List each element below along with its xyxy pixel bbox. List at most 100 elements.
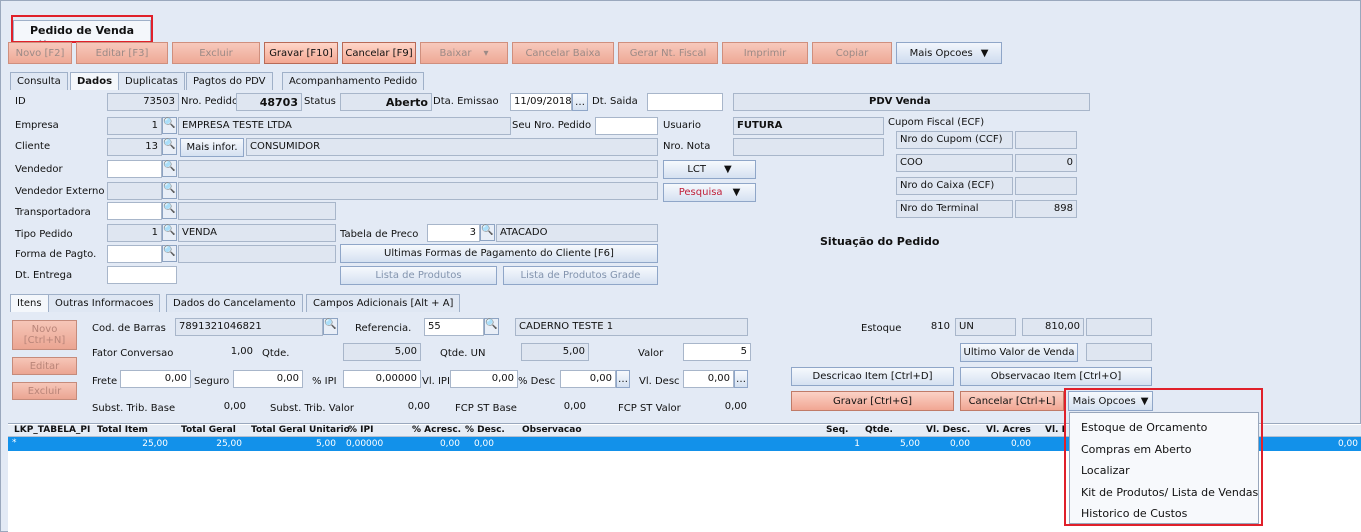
tab-dados[interactable]: Dados: [70, 72, 120, 90]
col-header-lkp: LKP_TABELA_PI: [14, 425, 91, 435]
search-icon: 🔍: [162, 182, 177, 199]
tab-acompanhamento[interactable]: Acompanhamento Pedido: [282, 72, 425, 90]
cliente-code-field[interactable]: 13: [107, 138, 162, 156]
search-icon[interactable]: 🔍: [162, 160, 177, 177]
nro-pedido-label: Nro. Pedido: [181, 96, 239, 107]
vdesc-label: Vl. Desc: [639, 376, 680, 387]
highlight-box-menu: [1064, 388, 1263, 526]
lista-produtos-grade-button[interactable]: Lista de Produtos Grade: [503, 266, 658, 285]
vdesc-field[interactable]: 0,00: [683, 370, 734, 388]
caixa-field: [1015, 177, 1077, 195]
empresa-code-field[interactable]: 1: [107, 117, 162, 135]
qtde-field[interactable]: 5,00: [343, 343, 421, 361]
tab-itens[interactable]: Itens: [10, 294, 49, 312]
tab-pagtos-pdv[interactable]: Pagtos do PDV: [186, 72, 273, 90]
gravar-item-button[interactable]: Gravar [Ctrl+G]: [791, 391, 954, 411]
search-icon[interactable]: 🔍: [162, 245, 177, 262]
baixar-button[interactable]: Baixar ▾: [420, 42, 508, 64]
estoque-label: Estoque: [861, 323, 902, 334]
seu-nro-field[interactable]: [595, 117, 658, 135]
frete-field[interactable]: 0,00: [120, 370, 191, 388]
mais-infor-button[interactable]: Mais infor.: [180, 138, 244, 157]
search-icon[interactable]: 🔍: [162, 138, 177, 155]
baixar-label: Baixar: [439, 47, 472, 59]
gerar-nf-button[interactable]: Gerar Nt. Fiscal: [618, 42, 718, 64]
estoque-valor: 810,00: [1022, 318, 1084, 336]
dt-emissao-field[interactable]: 11/09/2018: [510, 93, 572, 111]
tab-campos-adicionais[interactable]: Campos Adicionais [Alt + A]: [306, 294, 461, 312]
valor-field[interactable]: 5: [683, 343, 751, 361]
fcp-valor-field: 0,00: [724, 401, 747, 412]
pdv-label: PDV: [869, 96, 893, 107]
search-icon[interactable]: 🔍: [162, 224, 177, 241]
search-icon[interactable]: 🔍: [323, 318, 338, 335]
search-icon[interactable]: 🔍: [480, 224, 495, 241]
mais-opcoes-toolbar-button[interactable]: Mais Opcoes ▼: [896, 42, 1002, 64]
pdesc-ellipsis-button[interactable]: …: [616, 370, 630, 388]
frete-label: Frete: [92, 376, 118, 387]
tabela-preco-name-field: ATACADO: [496, 224, 658, 242]
referencia-field[interactable]: 55: [424, 318, 484, 336]
ultimo-valor-field: [1086, 343, 1152, 361]
imprimir-button[interactable]: Imprimir: [722, 42, 808, 64]
excluir-button[interactable]: Excluir: [172, 42, 260, 64]
cell-last: 0,00: [1337, 439, 1358, 449]
search-icon[interactable]: 🔍: [162, 202, 177, 219]
observacao-item-button[interactable]: Observacao Item [Ctrl+O]: [960, 367, 1152, 386]
cancelar-baixa-button[interactable]: Cancelar Baixa: [512, 42, 614, 64]
tabela-preco-code-field[interactable]: 3: [427, 224, 480, 242]
tab-outras-informacoes[interactable]: Outras Informacoes: [48, 294, 161, 312]
id-label: ID: [15, 96, 26, 107]
tab-dados-cancelamento[interactable]: Dados do Cancelamento: [166, 294, 303, 312]
pdesc-field[interactable]: 0,00: [560, 370, 616, 388]
highlight-box-tab: [11, 15, 153, 43]
gravar-button[interactable]: Gravar [F10]: [264, 42, 338, 64]
chevron-down-icon: ▼: [732, 187, 741, 198]
dt-entrega-field[interactable]: [107, 266, 177, 284]
empresa-name-field: EMPRESA TESTE LTDA: [178, 117, 511, 135]
cancelar-item-button[interactable]: Cancelar [Ctrl+L]: [960, 391, 1064, 411]
cod-barras-field[interactable]: 7891321046821: [175, 318, 323, 336]
vendedor-name-field: [178, 160, 658, 178]
lct-dropdown[interactable]: LCT ▼: [663, 160, 756, 179]
cell-total-geral-unit: 5,00: [315, 439, 336, 449]
ultimas-formas-button[interactable]: Ultimas Formas de Pagamento do Cliente […: [340, 244, 658, 263]
tipo-pedido-label: Tipo Pedido: [15, 229, 73, 240]
vdesc-ellipsis-button[interactable]: …: [734, 370, 748, 388]
seu-nro-label: Seu Nro. Pedido: [512, 120, 592, 131]
pesquisa-dropdown[interactable]: Pesquisa ▼: [663, 183, 756, 202]
item-novo-button[interactable]: Novo [Ctrl+N]: [12, 320, 77, 350]
seguro-field[interactable]: 0,00: [233, 370, 303, 388]
ultimo-valor-button[interactable]: Ultimo Valor de Venda: [960, 343, 1078, 362]
pipi-field[interactable]: 0,00000: [343, 370, 421, 388]
date-picker-button[interactable]: …: [572, 93, 588, 111]
item-excluir-button[interactable]: Excluir: [12, 382, 77, 400]
tab-consulta[interactable]: Consulta: [10, 72, 68, 90]
chevron-down-icon: ▼: [980, 47, 989, 59]
lista-produtos-button[interactable]: Lista de Produtos: [340, 266, 497, 285]
cell-acresc: 0,00: [439, 439, 460, 449]
vendedor-code-field[interactable]: [107, 160, 162, 178]
chevron-down-icon: ▼: [723, 164, 732, 175]
vipi-field[interactable]: 0,00: [450, 370, 518, 388]
st-base-field: 0,00: [223, 401, 246, 412]
tab-duplicatas[interactable]: Duplicatas: [118, 72, 185, 90]
item-editar-button[interactable]: Editar: [12, 357, 77, 375]
forma-pagto-code-field[interactable]: [107, 245, 162, 263]
editar-button[interactable]: Editar [F3]: [76, 42, 168, 64]
dt-saida-field[interactable]: [647, 93, 723, 111]
cancelar-button[interactable]: Cancelar [F9]: [342, 42, 416, 64]
copiar-button[interactable]: Copiar: [812, 42, 892, 64]
coo-label: COO: [896, 154, 1013, 172]
search-icon[interactable]: 🔍: [484, 318, 499, 335]
novo-button[interactable]: Novo [F2]: [8, 42, 72, 64]
transportadora-code-field[interactable]: [107, 202, 162, 220]
col-header-vdesc: Vl. Desc.: [926, 425, 971, 435]
fator-label: Fator Conversao: [92, 348, 174, 359]
tipo-pedido-code-field[interactable]: 1: [107, 224, 162, 242]
status-label: Status: [304, 96, 336, 107]
descricao-item-button[interactable]: Descricao Item [Ctrl+D]: [791, 367, 954, 386]
search-icon[interactable]: 🔍: [162, 117, 177, 134]
usuario-field: FUTURA: [733, 117, 884, 135]
transportadora-label: Transportadora: [15, 207, 91, 218]
